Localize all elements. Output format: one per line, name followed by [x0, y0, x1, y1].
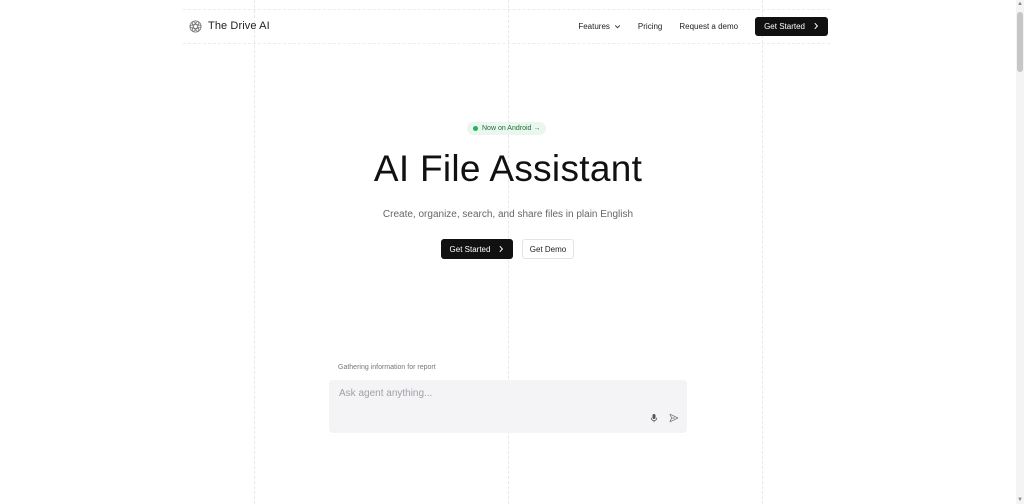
chevron-right-icon	[813, 22, 819, 30]
header-bottom-border	[183, 43, 830, 44]
get-started-label: Get Started	[449, 244, 491, 254]
agent-status-text: Gathering information for report	[338, 364, 436, 371]
microphone-icon[interactable]	[649, 413, 659, 423]
guide-line	[762, 0, 763, 504]
nav-request-demo[interactable]: Request a demo	[679, 22, 738, 31]
get-demo-button[interactable]: Get Demo	[522, 239, 574, 259]
agent-prompt-box	[329, 380, 687, 433]
scroll-up-arrow-icon[interactable]: ▲	[1016, 0, 1024, 8]
chevron-right-icon	[498, 245, 504, 253]
badge-label: Now on Android →	[482, 125, 541, 132]
brand-name: The Drive AI	[208, 20, 270, 32]
header-get-started-label: Get Started	[764, 21, 805, 31]
nav-pricing[interactable]: Pricing	[638, 22, 662, 31]
status-dot-icon	[473, 126, 478, 131]
main-nav: Features Pricing Request a demo Get Star…	[578, 16, 830, 36]
nav-features[interactable]: Features	[578, 22, 621, 31]
page-scrollbar[interactable]: ▲ ▼	[1016, 0, 1024, 504]
page-title: AI File Assistant	[373, 148, 643, 189]
site-header: The Drive AI Features Pricing Request a …	[183, 9, 830, 43]
flower-logo-icon	[189, 20, 202, 33]
nav-features-label: Features	[578, 21, 610, 31]
brand-link[interactable]: The Drive AI	[183, 20, 270, 33]
chevron-down-icon	[614, 23, 621, 30]
agent-input[interactable]	[337, 387, 641, 400]
send-icon[interactable]	[669, 413, 679, 423]
header-get-started-button[interactable]: Get Started	[755, 16, 828, 36]
guide-line	[254, 0, 255, 504]
scroll-down-arrow-icon[interactable]: ▼	[1016, 496, 1024, 504]
android-badge[interactable]: Now on Android →	[467, 122, 547, 135]
get-started-button[interactable]: Get Started	[441, 239, 513, 259]
hero-subtitle: Create, organize, search, and share file…	[382, 209, 634, 220]
scroll-thumb[interactable]	[1017, 12, 1023, 72]
